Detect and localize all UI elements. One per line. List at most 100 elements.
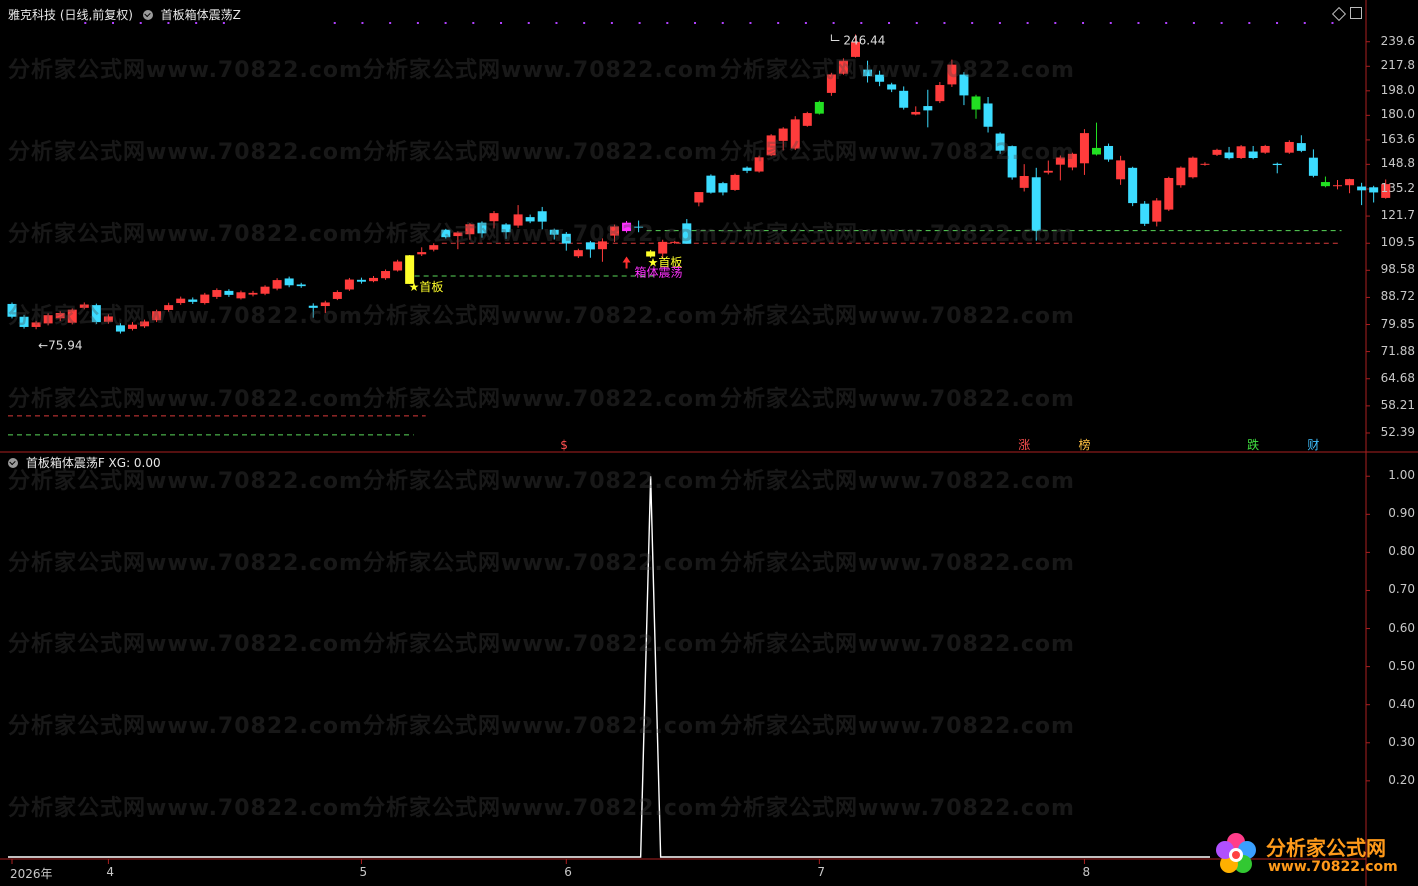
candle-body <box>1007 146 1017 178</box>
y-tick-label: 109.5 <box>1380 235 1415 250</box>
y-tick-label: 71.88 <box>1380 343 1415 358</box>
event-label: 财 <box>1307 438 1319 452</box>
candle-body <box>19 316 29 327</box>
marker-dot <box>1082 22 1085 24</box>
candle <box>200 292 210 305</box>
candle-body <box>67 309 77 323</box>
marker-dot <box>1331 22 1334 24</box>
y-tick-label: 58.21 <box>1380 397 1415 412</box>
candle <box>164 302 174 312</box>
candle <box>1284 140 1294 154</box>
candle <box>1369 185 1379 203</box>
candle-body <box>1031 177 1041 231</box>
candle <box>465 223 475 240</box>
y-tick-label: 98.58 <box>1380 262 1415 277</box>
candle-body <box>1043 170 1053 173</box>
marker-dot <box>666 22 669 24</box>
candle-body <box>381 271 391 279</box>
candle-body <box>1345 179 1355 186</box>
y-tick-label: 52.39 <box>1380 424 1415 439</box>
marker-dot <box>832 22 835 24</box>
candle-body <box>248 292 258 295</box>
maximize-icon[interactable] <box>1350 7 1362 19</box>
marker-dot <box>777 22 780 24</box>
candle <box>1140 201 1150 226</box>
candle <box>1212 148 1222 156</box>
candle <box>790 116 800 151</box>
candle <box>369 276 378 283</box>
candle <box>344 277 354 291</box>
candle <box>55 311 65 322</box>
candle-body <box>610 226 619 236</box>
marker-dot <box>1276 22 1279 24</box>
candle <box>453 231 463 250</box>
indicator-main-name[interactable]: 首板箱体震荡Z <box>161 8 241 22</box>
candle-body <box>814 101 824 114</box>
candle-body <box>441 229 451 238</box>
candle-body <box>1260 145 1270 153</box>
event-label: 涨 <box>1018 437 1030 452</box>
settings-icon[interactable] <box>142 10 153 20</box>
candle-body <box>272 280 282 289</box>
candle-body <box>1212 149 1222 155</box>
candle-body <box>537 211 547 222</box>
x-tick-label: 2026年 <box>10 867 53 881</box>
candle <box>1079 129 1089 175</box>
candle-body <box>140 321 150 327</box>
candle <box>1152 198 1162 227</box>
marker-dot <box>472 22 475 24</box>
candle-body <box>1333 185 1342 187</box>
candle-body <box>1248 151 1258 159</box>
marker-dot <box>1137 22 1140 24</box>
candle <box>802 111 812 127</box>
candle <box>1019 164 1029 192</box>
box-signal-label: 箱体震荡 <box>635 265 683 280</box>
candle-body <box>585 242 595 250</box>
candle <box>477 221 487 238</box>
y-tick-label: 64.68 <box>1380 370 1415 385</box>
candle <box>838 58 848 75</box>
candle-body <box>296 284 306 287</box>
candle-body <box>176 298 186 304</box>
candle <box>742 166 752 174</box>
candle-body <box>1272 163 1282 166</box>
marker-dot <box>444 22 447 24</box>
candle <box>79 302 89 310</box>
candle <box>682 219 692 244</box>
y-tick-label: 0.50 <box>1388 658 1415 673</box>
candle-body <box>670 241 680 243</box>
marker-dot <box>971 22 974 24</box>
marker-dot <box>998 22 1001 24</box>
candle-body <box>1308 157 1318 176</box>
candle <box>489 211 499 229</box>
candle <box>573 248 583 259</box>
indicator-sub-name[interactable]: 首板箱体震荡F XG: 0.00 <box>26 456 161 470</box>
candle <box>1116 155 1126 185</box>
candle-body <box>55 313 65 319</box>
candle <box>1345 178 1355 194</box>
candle <box>1104 143 1114 162</box>
event-label: 榜 <box>1078 437 1090 452</box>
marker-dot <box>1109 22 1112 24</box>
candle-body <box>429 245 439 250</box>
candle-body <box>1320 182 1330 187</box>
marker-dot <box>721 22 724 24</box>
candle <box>393 259 403 272</box>
candle-body <box>706 175 716 193</box>
candle-body <box>260 286 270 294</box>
candle <box>875 70 885 87</box>
candle <box>176 296 186 305</box>
settings-icon[interactable] <box>8 458 18 468</box>
candle-body <box>417 252 427 255</box>
candle <box>441 228 451 239</box>
candle <box>1128 166 1138 207</box>
chart-svg[interactable]: 246.44←75.94★首板★首板箱体震荡$ 涨榜跌财 <box>0 0 1418 886</box>
candle-body <box>200 294 210 304</box>
candle <box>549 228 559 240</box>
candle <box>814 100 824 115</box>
candle-body <box>453 232 463 237</box>
candle-body <box>887 84 897 90</box>
y-tick-label: 0.70 <box>1388 582 1415 597</box>
stock-title[interactable]: 雅克科技 (日线,前复权) <box>8 8 133 22</box>
candle <box>1055 155 1065 181</box>
